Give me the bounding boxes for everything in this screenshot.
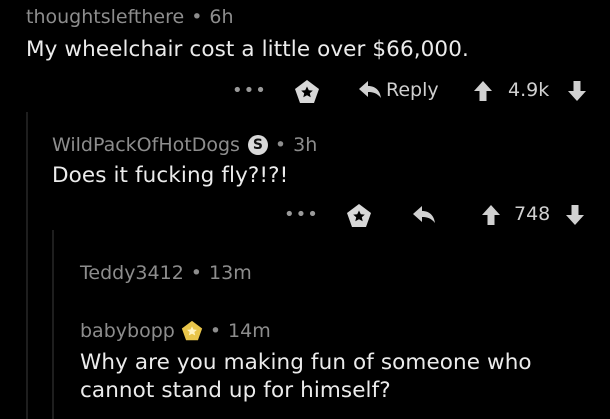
comment-meta: Teddy3412 • 13m bbox=[80, 262, 252, 284]
comment-meta: thoughtslefthere • 6h bbox=[26, 6, 234, 28]
separator: • bbox=[274, 134, 287, 156]
comment-body: Why are you making fun of someone who ca… bbox=[80, 350, 532, 403]
reply-button[interactable]: Reply bbox=[358, 79, 439, 101]
comment-time: 13m bbox=[209, 262, 252, 284]
upvote-icon[interactable] bbox=[474, 81, 492, 105]
gold-award-icon bbox=[181, 320, 203, 342]
comment-author[interactable]: WildPackOfHotDogs bbox=[52, 134, 240, 156]
comment-author[interactable]: babybopp bbox=[80, 320, 175, 342]
comment-time: 14m bbox=[228, 320, 271, 342]
separator: • bbox=[191, 6, 203, 28]
comment-meta: babybopp • 14m bbox=[80, 320, 271, 342]
award-icon[interactable] bbox=[294, 79, 320, 105]
reply-arrow-icon[interactable] bbox=[412, 205, 436, 229]
comment-author[interactable]: thoughtslefthere bbox=[26, 6, 184, 28]
more-icon[interactable]: ••• bbox=[232, 82, 267, 100]
upvote-icon[interactable] bbox=[482, 205, 500, 229]
reply-label: Reply bbox=[386, 79, 439, 101]
separator: • bbox=[190, 262, 203, 284]
reply-arrow-icon bbox=[359, 81, 381, 98]
user-badge-icon: S bbox=[247, 135, 268, 155]
comment-actions: ••• Reply 4.9k bbox=[232, 78, 592, 104]
comment-meta: WildPackOfHotDogs S • 3h bbox=[52, 134, 317, 156]
comment-actions: ••• 748 bbox=[284, 202, 594, 228]
comment-time: 6h bbox=[209, 6, 234, 28]
comment-author[interactable]: Teddy3412 bbox=[80, 262, 184, 284]
comment-body: Does it fucking fly?!?! bbox=[52, 163, 289, 188]
downvote-icon[interactable] bbox=[568, 81, 586, 105]
award-icon[interactable] bbox=[346, 203, 372, 229]
thread-line-level-1 bbox=[26, 112, 28, 419]
downvote-icon[interactable] bbox=[566, 205, 584, 229]
more-icon[interactable]: ••• bbox=[284, 206, 319, 224]
score: 748 bbox=[514, 203, 551, 225]
thread-line-level-2 bbox=[52, 230, 54, 419]
separator: • bbox=[209, 320, 222, 342]
comment-time: 3h bbox=[293, 134, 318, 156]
comment-body: My wheelchair cost a little over $66,000… bbox=[26, 37, 469, 62]
score: 4.9k bbox=[508, 79, 550, 101]
